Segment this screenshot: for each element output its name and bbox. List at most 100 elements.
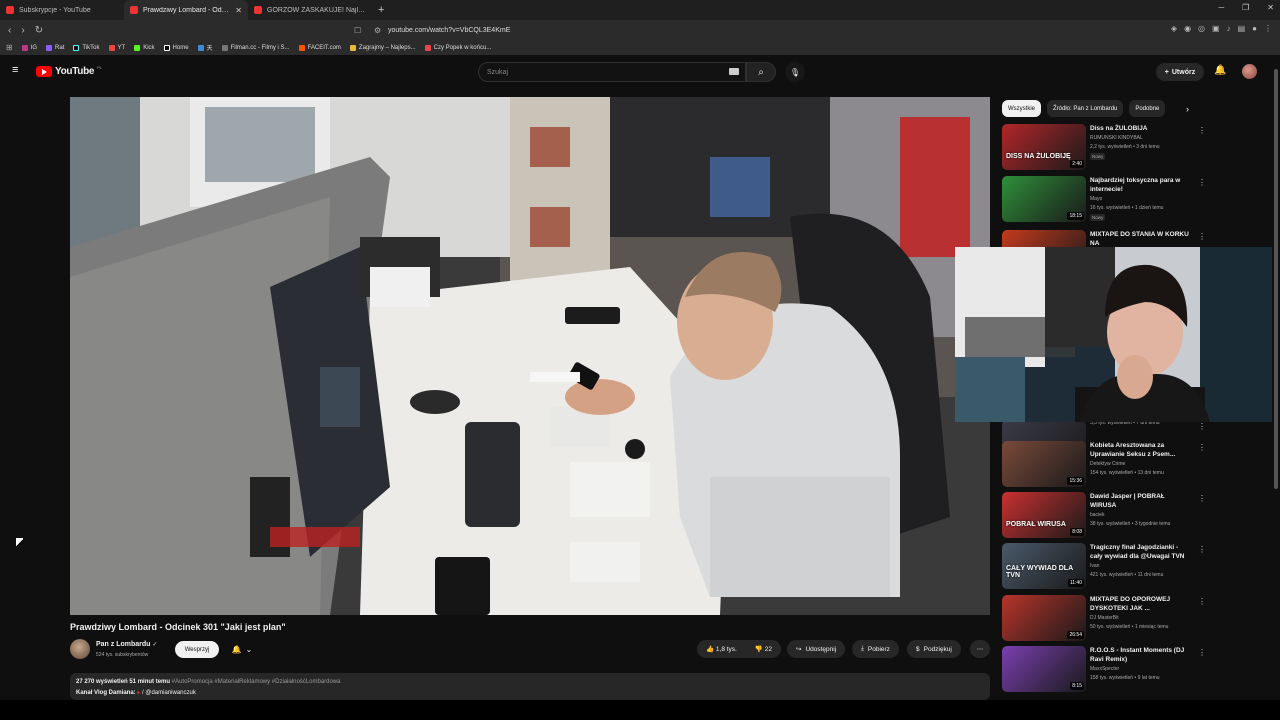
recommendation-channel[interactable]: Mayo: [1090, 196, 1102, 202]
site-info-icon[interactable]: ⚙: [374, 26, 381, 35]
scrollbar-thumb[interactable]: [1274, 69, 1278, 489]
recommendation-item[interactable]: 18:15 Najbardziej toksyczna para w intern…: [1002, 176, 1206, 224]
browser-tab-active[interactable]: Prawdziwy Lombard - Odcinek 301 ✕: [124, 0, 248, 20]
back-icon[interactable]: ‹: [8, 25, 11, 36]
video-player[interactable]: [70, 97, 990, 615]
create-button[interactable]: + Utwórz: [1156, 63, 1204, 81]
account-avatar[interactable]: [1242, 64, 1257, 79]
profile-icon[interactable]: ●: [1252, 24, 1257, 33]
more-actions-button[interactable]: ⋯: [970, 640, 990, 658]
maximize-icon[interactable]: ❐: [1242, 3, 1249, 12]
sidebar-icon[interactable]: ▤: [1238, 24, 1246, 33]
description-box[interactable]: 27 270 wyświetleń 51 minut temu #AutoPro…: [70, 673, 990, 700]
hamburger-menu-icon[interactable]: ≡: [12, 65, 23, 76]
extension-icon[interactable]: ▣: [1212, 24, 1220, 33]
keyboard-icon[interactable]: [729, 68, 739, 75]
recommendation-title[interactable]: Najbardziej toksyczna para w internecie!: [1090, 176, 1190, 194]
bookmark-item[interactable]: Filman.cc - Filmy i S...: [221, 44, 290, 51]
notifications-bell-icon[interactable]: 🔔: [1214, 65, 1226, 76]
extension-icon[interactable]: ◉: [1184, 24, 1191, 33]
recommendation-title[interactable]: MIXTAPE DO OPOROWEJ DYSKOTEKI JAK ...: [1090, 595, 1190, 613]
youtube-logo[interactable]: YouTube PL: [36, 65, 102, 77]
url-field[interactable]: ☐ ⚙ youtube.com/watch?v=VbCQL3E4KmE: [350, 22, 910, 38]
recommendation-item[interactable]: 8:15 R.O.O.S - Instant Moments (DJ Ravi R…: [1002, 646, 1206, 694]
bookmark-item[interactable]: Czy Popek w końcu...: [424, 44, 491, 51]
recommendation-item[interactable]: DISS NA ŻULOBIJĘ 2:40 Diss na ŻULOBIJA RUMU…: [1002, 124, 1206, 172]
reload-icon[interactable]: ↻: [35, 25, 43, 36]
recommendation-thumbnail[interactable]: 8:15: [1002, 646, 1086, 692]
recommendation-channel[interactable]: baciek: [1090, 512, 1104, 518]
chip-source[interactable]: Źródło: Pan z Lombardu: [1047, 100, 1124, 117]
bookmark-item[interactable]: YT: [108, 44, 125, 51]
dislike-button[interactable]: 👎 22: [755, 645, 772, 653]
recommendation-channel[interactable]: MaxxSpecter: [1090, 666, 1119, 672]
recommendation-channel[interactable]: Detektyw Crime: [1090, 461, 1125, 467]
recommendation-item[interactable]: POBRAŁ WIRUSA 8:08 Dawid Jasper | POBRAŁ W…: [1002, 492, 1206, 540]
browser-tab[interactable]: GORZÓW ZASKAKUJE! Najlepsze jed: [248, 0, 372, 20]
recommendation-thumbnail[interactable]: 15:36: [1002, 441, 1086, 487]
recommendation-channel[interactable]: Ivan: [1090, 563, 1099, 569]
more-vertical-icon[interactable]: ⋮: [1198, 494, 1206, 503]
support-button[interactable]: Wesprzyj: [175, 641, 219, 658]
chevron-right-icon[interactable]: ›: [1186, 104, 1189, 114]
channel-avatar[interactable]: [70, 639, 90, 659]
recommendation-title[interactable]: Tragiczny finał Jagodzianki - cały wywia…: [1090, 543, 1190, 561]
new-tab-button[interactable]: +: [372, 4, 390, 16]
chip-similar[interactable]: Podobne: [1129, 100, 1166, 117]
like-button[interactable]: 👍 1,8 tys.: [706, 645, 737, 653]
forward-icon[interactable]: ›: [21, 25, 24, 36]
search-input[interactable]: Szukaj: [478, 62, 746, 82]
bookmark-item[interactable]: FACEIT.com: [298, 44, 341, 51]
recommendation-item[interactable]: 26:54 MIXTAPE DO OPOROWEJ DYSKOTEKI JAK .…: [1002, 595, 1206, 643]
bookmark-item[interactable]: IG: [21, 44, 37, 51]
more-vertical-icon[interactable]: ⋮: [1198, 545, 1206, 554]
recommendation-thumbnail[interactable]: POBRAŁ WIRUSA 8:08: [1002, 492, 1086, 538]
bookmark-item[interactable]: Home: [163, 44, 189, 51]
more-vertical-icon[interactable]: ⋮: [1198, 443, 1206, 452]
recommendation-thumbnail[interactable]: DISS NA ŻULOBIJĘ 2:40: [1002, 124, 1086, 170]
hashtags[interactable]: #AutoPromocja #MateriałReklamowy #Działa…: [172, 679, 341, 685]
recommendation-title[interactable]: Diss na ŻULOBIJA: [1090, 124, 1190, 133]
more-vertical-icon[interactable]: ⋮: [1198, 597, 1206, 606]
more-vertical-icon[interactable]: ⋮: [1198, 648, 1206, 657]
more-vertical-icon[interactable]: ⋮: [1198, 232, 1206, 241]
recommendation-thumbnail[interactable]: CAŁY WYWIAD DLA TVN 11:40: [1002, 543, 1086, 589]
more-vertical-icon[interactable]: ⋮: [1198, 422, 1206, 431]
apps-icon[interactable]: ⊞: [6, 43, 13, 52]
extension-icon[interactable]: ◎: [1198, 24, 1205, 33]
bookmark-icon[interactable]: ☐: [354, 26, 361, 35]
more-menu-icon[interactable]: ⋮: [1264, 24, 1272, 33]
recommendation-thumbnail[interactable]: 18:15: [1002, 176, 1086, 222]
close-tab-icon[interactable]: ✕: [235, 6, 242, 15]
recommendation-title[interactable]: R.O.O.S - Instant Moments (DJ Ravi Remix…: [1090, 646, 1190, 664]
channel-name[interactable]: Pan z Lombardu ✓: [96, 641, 157, 648]
more-vertical-icon[interactable]: ⋮: [1198, 126, 1206, 135]
recommendation-thumbnail[interactable]: 26:54: [1002, 595, 1086, 641]
extension-icon[interactable]: ◈: [1171, 24, 1177, 33]
recommendation-title[interactable]: Kobieta Aresztowana za Uprawianie Seksu …: [1090, 441, 1190, 459]
search-button[interactable]: ⌕: [746, 62, 776, 82]
browser-tab[interactable]: Subskrypcje - YouTube: [0, 0, 124, 20]
subscription-bell-button[interactable]: 🔔 ⌄: [226, 641, 258, 658]
recommendation-title[interactable]: MIXTAPE DO STANIA W KORKU NA: [1090, 230, 1190, 248]
recommendation-title[interactable]: Dawid Jasper | POBRAŁ WIRUSA: [1090, 492, 1190, 510]
more-vertical-icon[interactable]: ⋮: [1198, 178, 1206, 187]
voice-search-button[interactable]: 🎙: [785, 62, 805, 82]
bookmark-item[interactable]: Zagrajmy – Najleps...: [349, 44, 416, 51]
bookmark-item[interactable]: Rat: [46, 44, 64, 51]
page-scrollbar[interactable]: [1272, 57, 1280, 700]
bookmark-item[interactable]: Kick: [134, 44, 155, 51]
recommendation-channel[interactable]: DJ MasterBit: [1090, 615, 1119, 621]
channel-handle-link[interactable]: / @damianiwanczuk: [142, 690, 196, 696]
recommendation-item[interactable]: 15:36 Kobieta Aresztowana za Uprawianie S…: [1002, 441, 1206, 489]
recommendation-item[interactable]: CAŁY WYWIAD DLA TVN 11:40 Tragiczny finał …: [1002, 543, 1206, 591]
chip-all[interactable]: Wszystkie: [1002, 100, 1041, 117]
recommendation-channel[interactable]: RUMUNSKI KINDYBAL: [1090, 135, 1143, 141]
minimize-icon[interactable]: ─: [1218, 3, 1224, 12]
bookmark-item[interactable]: TikTok: [73, 44, 100, 51]
share-button[interactable]: ↪ Udostępnij: [787, 640, 846, 658]
close-window-icon[interactable]: ✕: [1267, 3, 1274, 12]
thanks-button[interactable]: $ Podziękuj: [907, 640, 961, 658]
download-button[interactable]: ⤓ Pobierz: [852, 640, 899, 658]
bookmark-item[interactable]: 天: [197, 43, 213, 52]
